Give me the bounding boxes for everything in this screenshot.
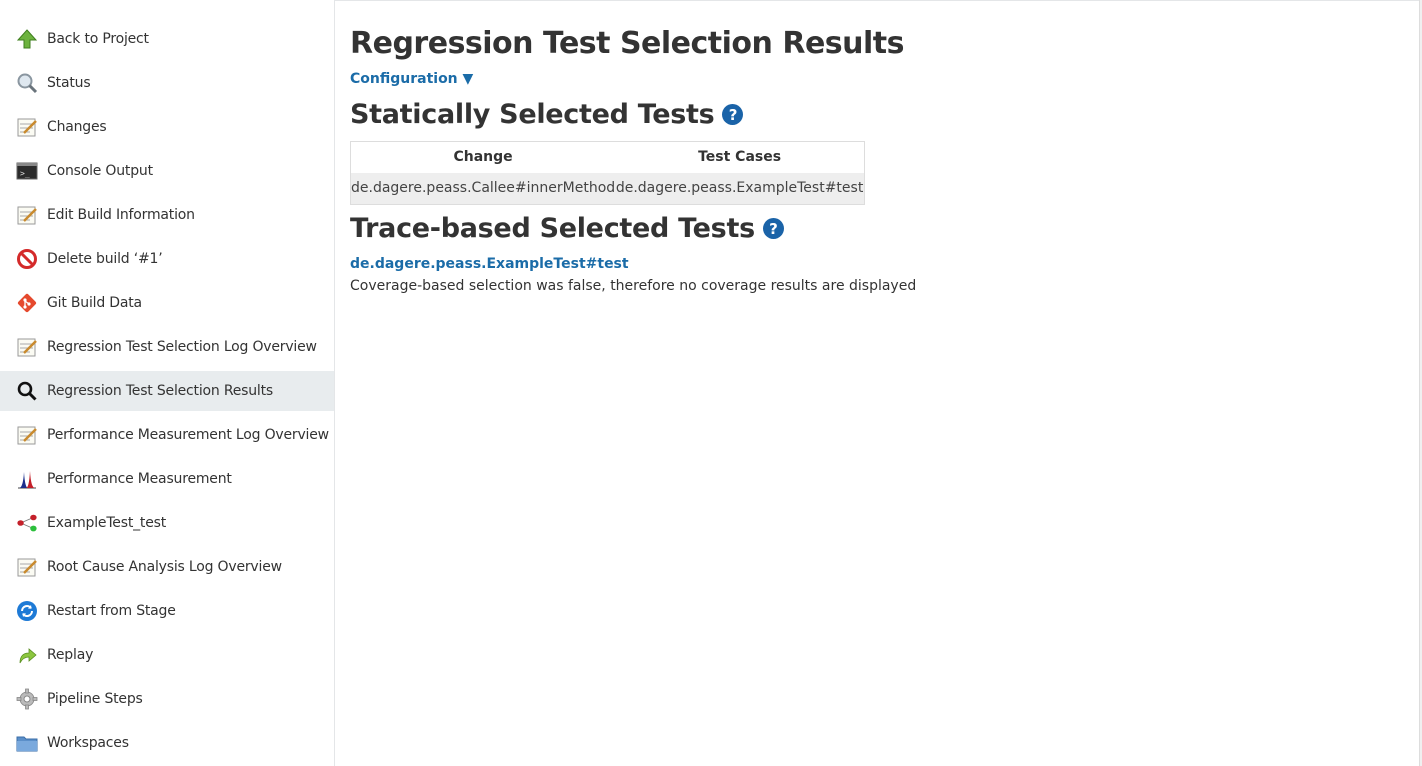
help-icon[interactable]: ? xyxy=(722,104,744,125)
gear-icon xyxy=(16,688,38,710)
trace-tests-heading-text: Trace-based Selected Tests xyxy=(350,213,755,244)
sidebar-item-label: Pipeline Steps xyxy=(47,691,143,707)
sidebar-item-rca-log-overview[interactable]: Root Cause Analysis Log Overview xyxy=(0,547,334,587)
sidebar-item-label: Status xyxy=(47,75,91,91)
sidebar-item-performance-measurement[interactable]: Performance Measurement xyxy=(0,459,334,499)
sidebar-item-label: Performance Measurement xyxy=(47,471,232,487)
magnifier-icon xyxy=(16,72,38,94)
svg-text:>_: >_ xyxy=(20,169,30,178)
terminal-icon: >_ xyxy=(16,160,38,182)
distribution-icon xyxy=(16,468,38,490)
static-tests-heading-text: Statically Selected Tests xyxy=(350,99,715,130)
restart-icon xyxy=(16,600,38,622)
notepad-icon xyxy=(16,204,38,226)
sidebar-item-status[interactable]: Status xyxy=(0,63,334,103)
page-title: Regression Test Selection Results xyxy=(350,26,904,61)
sidebar-item-label: Back to Project xyxy=(47,31,149,47)
sidebar-item-label: Restart from Stage xyxy=(47,603,176,619)
up-arrow-icon xyxy=(16,28,38,50)
sidebar-item-back-to-project[interactable]: Back to Project xyxy=(0,19,334,59)
sidebar-item-perf-log-overview[interactable]: Performance Measurement Log Overview xyxy=(0,415,334,455)
search-icon xyxy=(16,380,38,402)
sidebar-item-rts-results[interactable]: Regression Test Selection Results xyxy=(0,371,334,411)
sidebar-item-label: Regression Test Selection Results xyxy=(47,383,273,399)
sidebar-item-label: Changes xyxy=(47,119,107,135)
sidebar-item-workspaces[interactable]: Workspaces xyxy=(0,723,334,763)
sidebar-item-label: Delete build ‘#1’ xyxy=(47,251,163,267)
column-header-test-cases: Test Cases xyxy=(615,141,865,173)
sidebar-item-restart-from-stage[interactable]: Restart from Stage xyxy=(0,591,334,631)
cell-test-case: de.dagere.peass.ExampleTest#test xyxy=(615,172,865,205)
notepad-icon xyxy=(16,556,38,578)
sidebar-item-label: ExampleTest_test xyxy=(47,515,166,531)
sidebar-item-changes[interactable]: Changes xyxy=(0,107,334,147)
sidebar: Back to Project Status Changes >_ Consol… xyxy=(0,0,335,766)
notepad-icon xyxy=(16,336,38,358)
sidebar-item-label: Workspaces xyxy=(47,735,129,751)
sidebar-item-delete-build[interactable]: Delete build ‘#1’ xyxy=(0,239,334,279)
sidebar-item-console-output[interactable]: >_ Console Output xyxy=(0,151,334,191)
sidebar-item-label: Replay xyxy=(47,647,94,663)
sidebar-item-edit-build-information[interactable]: Edit Build Information xyxy=(0,195,334,235)
sidebar-item-rts-log-overview[interactable]: Regression Test Selection Log Overview xyxy=(0,327,334,367)
graph-nodes-icon xyxy=(16,512,38,534)
static-tests-heading: Statically Selected Tests ? xyxy=(350,99,744,130)
column-header-change: Change xyxy=(350,141,616,173)
replay-arrow-icon xyxy=(16,644,38,666)
sidebar-item-label: Regression Test Selection Log Overview xyxy=(47,339,317,355)
static-tests-table: Change Test Cases de.dagere.peass.Callee… xyxy=(350,141,865,205)
git-icon xyxy=(16,292,38,314)
folder-icon xyxy=(16,732,38,754)
trace-tests-heading: Trace-based Selected Tests ? xyxy=(350,213,784,244)
cell-change: de.dagere.peass.Callee#innerMethod xyxy=(350,172,616,205)
table-row: de.dagere.peass.Callee#innerMethod de.da… xyxy=(350,172,865,205)
coverage-note: Coverage-based selection was false, ther… xyxy=(350,278,917,294)
table-header-row: Change Test Cases xyxy=(350,141,865,173)
top-divider xyxy=(335,0,1422,1)
configuration-toggle[interactable]: Configuration ▼ xyxy=(350,71,473,87)
trace-test-link[interactable]: de.dagere.peass.ExampleTest#test xyxy=(350,256,629,272)
sidebar-item-label: Git Build Data xyxy=(47,295,142,311)
notepad-icon xyxy=(16,424,38,446)
sidebar-item-label: Root Cause Analysis Log Overview xyxy=(47,559,282,575)
help-icon[interactable]: ? xyxy=(762,218,784,239)
sidebar-item-label: Performance Measurement Log Overview xyxy=(47,427,329,443)
sidebar-item-label: Edit Build Information xyxy=(47,207,195,223)
sidebar-item-label: Console Output xyxy=(47,163,153,179)
sidebar-item-pipeline-steps[interactable]: Pipeline Steps xyxy=(0,679,334,719)
sidebar-item-replay[interactable]: Replay xyxy=(0,635,334,675)
sidebar-item-exampletest-test[interactable]: ExampleTest_test xyxy=(0,503,334,543)
notepad-icon xyxy=(16,116,38,138)
sidebar-item-git-build-data[interactable]: Git Build Data xyxy=(0,283,334,323)
no-entry-icon xyxy=(16,248,38,270)
